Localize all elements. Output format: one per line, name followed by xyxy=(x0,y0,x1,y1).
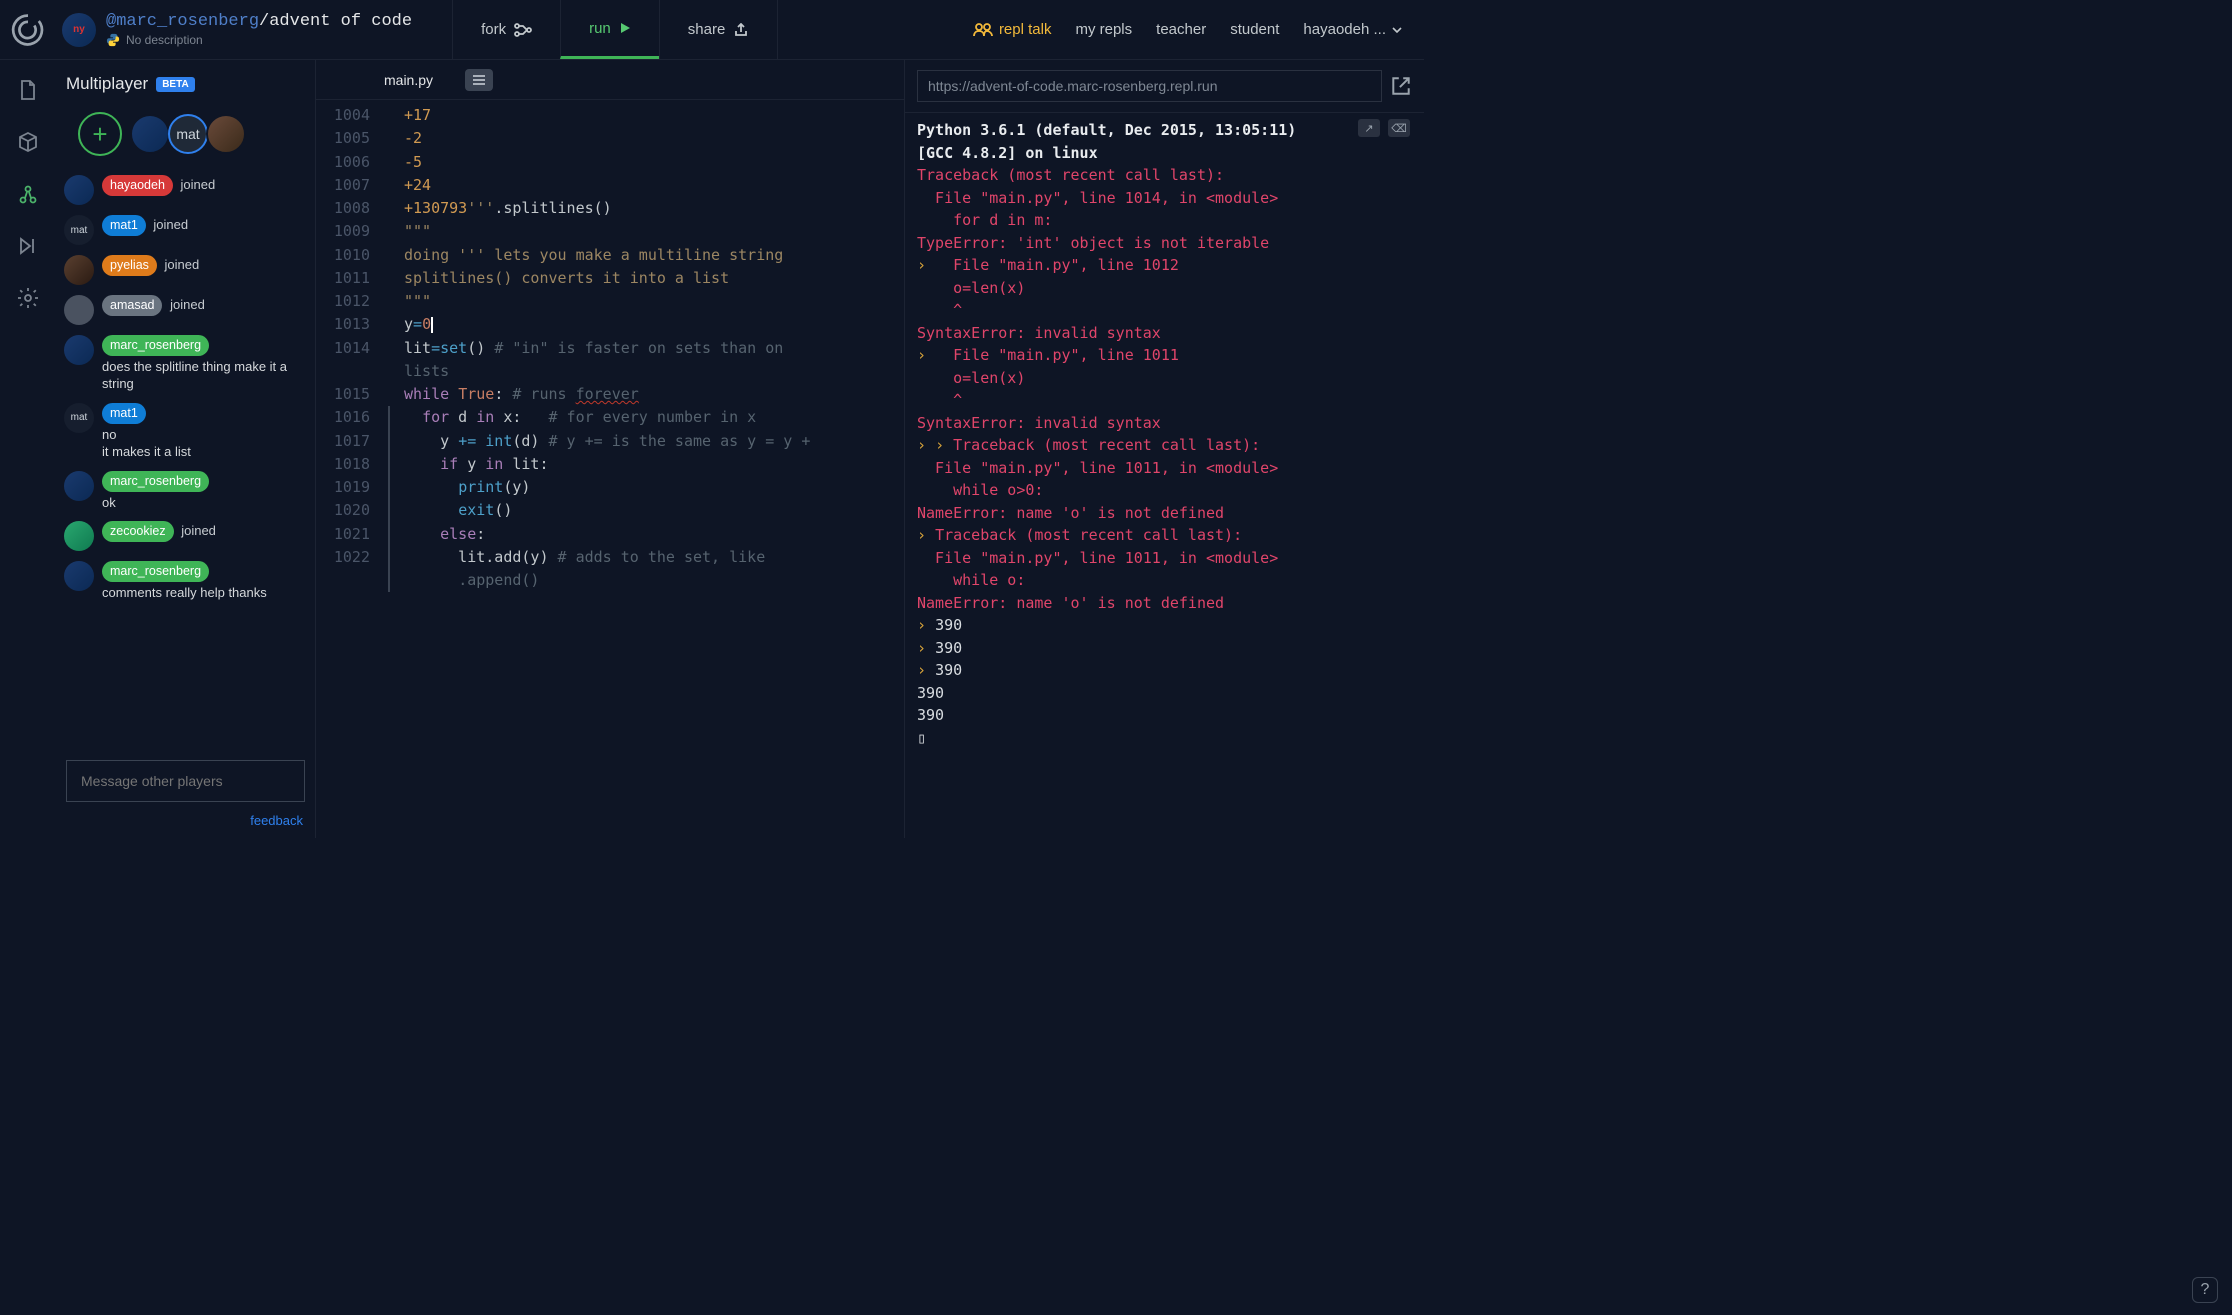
settings-icon[interactable] xyxy=(16,286,40,310)
chat-avatar: mat xyxy=(64,403,94,433)
markdown-preview-icon[interactable] xyxy=(465,69,493,91)
chevron-down-icon xyxy=(1392,27,1402,33)
multiplayer-icon[interactable] xyxy=(16,182,40,206)
open-external-icon[interactable] xyxy=(1390,75,1412,97)
chat-avatar: mat xyxy=(64,215,94,245)
help-button[interactable]: ? xyxy=(2192,1277,2218,1303)
chat-item: marc_rosenberg comments really help thank… xyxy=(56,556,309,606)
username-pill[interactable]: amasad xyxy=(102,295,162,316)
multiplayer-title: Multiplayer xyxy=(66,74,148,94)
username-pill[interactable]: marc_rosenberg xyxy=(102,335,209,356)
chat-item: marc_rosenbergok xyxy=(56,466,309,516)
play-icon xyxy=(619,22,631,34)
joined-label: joined xyxy=(166,297,204,312)
share-icon xyxy=(733,23,749,37)
share-button[interactable]: share xyxy=(659,0,779,59)
chat-list: hayaodeh joinedmatmat1 joinedpyelias joi… xyxy=(56,166,315,750)
fork-button[interactable]: fork xyxy=(452,0,560,59)
chat-avatar xyxy=(64,175,94,205)
chat-item: mat mat1 joined xyxy=(56,210,309,250)
repl-title: @marc_rosenberg/advent of code xyxy=(106,12,412,31)
chat-item: pyelias joined xyxy=(56,250,309,290)
chat-avatar xyxy=(64,335,94,365)
chat-input[interactable] xyxy=(66,760,305,802)
username-pill[interactable]: pyelias xyxy=(102,255,157,276)
player-avatar[interactable] xyxy=(130,114,170,154)
joined-label: joined xyxy=(150,217,188,232)
chat-avatar xyxy=(64,471,94,501)
joined-label: joined xyxy=(161,257,199,272)
beta-badge: BETA xyxy=(156,77,194,92)
chat-item: amasad joined xyxy=(56,290,309,330)
username-pill[interactable]: zecookiez xyxy=(102,521,174,542)
chat-message: ok xyxy=(102,494,213,512)
files-icon[interactable] xyxy=(16,78,40,102)
username-pill[interactable]: marc_rosenberg xyxy=(102,561,209,582)
chat-avatar xyxy=(64,295,94,325)
chat-item: zecookiez joined xyxy=(56,516,309,556)
chat-item: marc_rosenbergdoes the splitline thing m… xyxy=(56,330,309,398)
console-output[interactable]: Python 3.6.1 (default, Dec 2015, 13:05:1… xyxy=(905,113,1424,838)
player-avatar[interactable] xyxy=(206,114,246,154)
chat-avatar xyxy=(64,255,94,285)
user-menu[interactable]: hayaodeh ... xyxy=(1303,21,1402,38)
chat-item: mat mat1noit makes it a list xyxy=(56,398,309,466)
debugger-icon[interactable] xyxy=(16,234,40,258)
username-pill[interactable]: hayaodeh xyxy=(102,175,173,196)
add-player-button[interactable]: + xyxy=(78,112,122,156)
code-editor[interactable]: 1004+171005-21006-51007+241008+130793'''… xyxy=(316,100,904,838)
packages-icon[interactable] xyxy=(16,130,40,154)
file-tab[interactable]: main.py xyxy=(376,62,441,98)
chat-message: does the splitline thing make it a strin… xyxy=(102,358,301,393)
student-link[interactable]: student xyxy=(1230,21,1279,38)
username-pill[interactable]: mat1 xyxy=(102,403,146,424)
username-pill[interactable]: mat1 xyxy=(102,215,146,236)
chat-message: comments really help thanks xyxy=(102,584,267,602)
people-icon xyxy=(973,23,993,37)
feedback-link[interactable]: feedback xyxy=(250,813,303,828)
teacher-link[interactable]: teacher xyxy=(1156,21,1206,38)
fork-icon xyxy=(514,23,532,37)
username-pill[interactable]: marc_rosenberg xyxy=(102,471,209,492)
my-repls-link[interactable]: my repls xyxy=(1075,21,1132,38)
repl-talk-link[interactable]: repl talk xyxy=(973,21,1052,38)
chat-avatar xyxy=(64,561,94,591)
repl-subtitle: No description xyxy=(106,33,412,47)
run-button[interactable]: run xyxy=(560,0,659,59)
chat-item: hayaodeh joined xyxy=(56,170,309,210)
chat-message: noit makes it a list xyxy=(102,426,191,461)
console-popout-icon[interactable]: ↗ xyxy=(1358,119,1380,137)
joined-label: joined xyxy=(178,523,216,538)
owner-avatar[interactable]: ny xyxy=(62,13,96,47)
console-clear-icon[interactable]: ⌫ xyxy=(1388,119,1410,137)
chat-avatar xyxy=(64,521,94,551)
joined-label: joined xyxy=(177,177,215,192)
python-icon xyxy=(106,33,120,47)
url-bar[interactable] xyxy=(917,70,1382,102)
logo[interactable] xyxy=(0,12,56,48)
player-avatar[interactable]: mat xyxy=(168,114,208,154)
